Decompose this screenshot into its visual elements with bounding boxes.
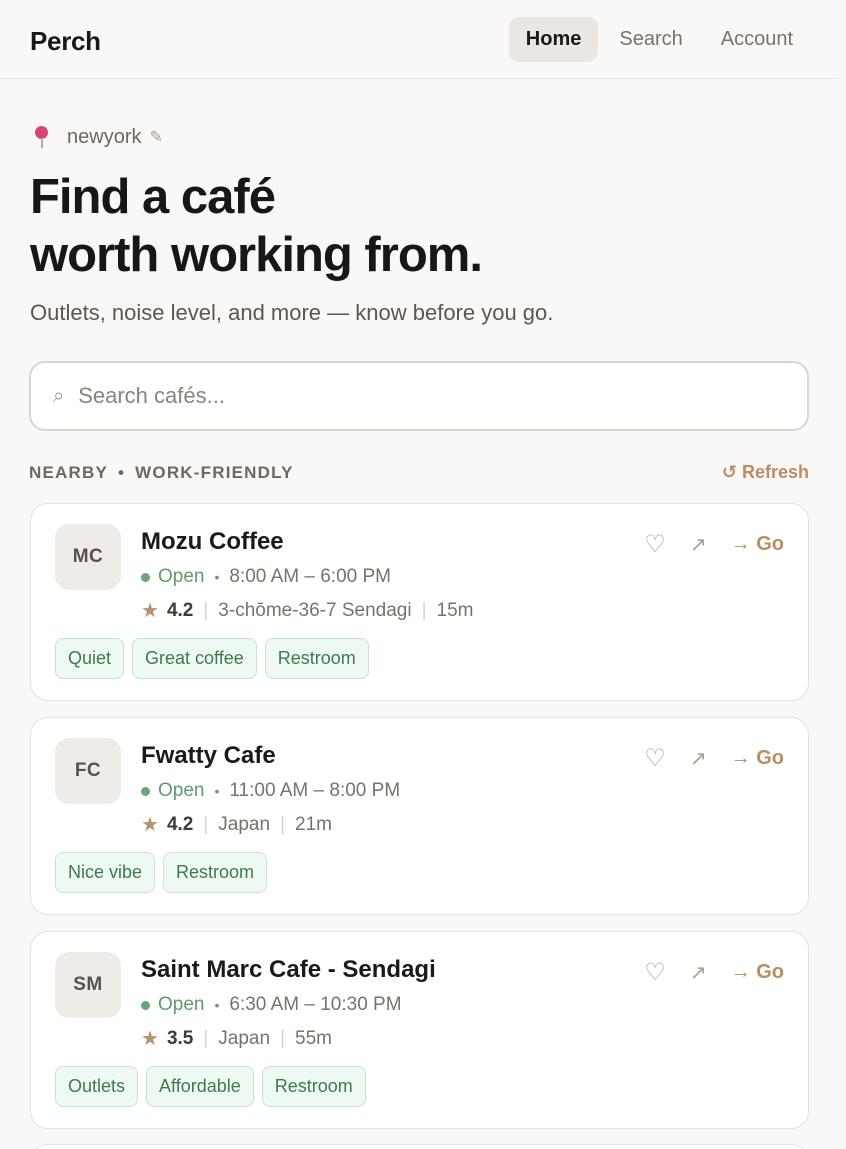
location-city: newyork <box>67 125 142 148</box>
nav-home[interactable]: Home <box>508 17 599 62</box>
cafe-name[interactable]: Mozu Coffee <box>141 528 284 556</box>
section-title-dot: • <box>118 462 126 482</box>
brand-logo[interactable]: Perch <box>30 26 101 57</box>
top-bar: Perch Home Search Account <box>0 0 838 79</box>
cafe-card-partial[interactable] <box>30 1144 809 1149</box>
divider: | <box>203 813 209 835</box>
nav-search[interactable]: Search <box>602 17 699 62</box>
section-header: NEARBY • WORK-FRIENDLY ↺ Refresh <box>29 462 809 483</box>
status-dot-icon <box>141 786 150 796</box>
tag: Restroom <box>264 638 369 679</box>
star-icon: ★ <box>141 1028 159 1050</box>
bullet-separator: • <box>214 997 220 1013</box>
search-input[interactable] <box>78 383 759 409</box>
divider: | <box>203 599 209 621</box>
cafe-name[interactable]: Saint Marc Cafe - Sendagi <box>141 956 436 984</box>
cafe-address: Japan <box>218 813 271 835</box>
cafe-info-row: ★ 4.2 | 3-chōme-36-7 Sendagi | 15m <box>141 598 474 623</box>
cafe-address: Japan <box>218 1027 271 1049</box>
tag: Great coffee <box>132 638 257 679</box>
open-status: Open <box>158 994 205 1015</box>
rating-value: 4.2 <box>166 599 194 621</box>
section-title-nearby: NEARBY <box>29 462 108 482</box>
divider: | <box>203 1027 209 1049</box>
cafe-card[interactable]: FC Fwatty Cafe Open • 11:00 AM – 8:00 PM… <box>30 717 809 915</box>
section-title-work-friendly: WORK-FRIENDLY <box>135 462 294 482</box>
go-button[interactable]: → Go <box>731 533 784 556</box>
cafe-info-row: ★ 4.2 | Japan | 21m <box>141 812 332 837</box>
open-status: Open <box>158 780 205 801</box>
search-box[interactable]: ⌕ <box>29 361 809 431</box>
external-link-icon[interactable]: ↗ <box>690 532 707 557</box>
rating-value: 3.5 <box>166 1027 194 1049</box>
hero-heading: Find a café worth working from. <box>30 168 483 284</box>
star-icon: ★ <box>141 814 159 836</box>
refresh-button[interactable]: ↺ Refresh <box>722 462 809 483</box>
opening-hours: 11:00 AM – 8:00 PM <box>229 780 401 801</box>
divider: | <box>421 599 427 621</box>
card-actions: ♡ ↗ → Go <box>644 958 784 987</box>
hero-line-1: Find a café <box>30 170 276 224</box>
bullet-separator: • <box>214 569 220 585</box>
hero-line-2: worth working from. <box>30 228 483 282</box>
cafe-name[interactable]: Fwatty Cafe <box>141 742 276 770</box>
tag: Restroom <box>261 1066 366 1107</box>
open-status: Open <box>158 566 205 587</box>
hero-subtitle: Outlets, noise level, and more — know be… <box>30 300 554 325</box>
cafe-address: 3-chōme-36-7 Sendagi <box>218 599 412 621</box>
cafe-distance: 21m <box>295 813 332 835</box>
divider: | <box>280 1027 286 1049</box>
main-nav: Home Search Account <box>508 17 810 62</box>
status-dot-icon <box>141 572 150 582</box>
cafe-hours-row: Open • 6:30 AM – 10:30 PM <box>141 994 402 1016</box>
cafe-avatar: MC <box>55 524 121 590</box>
status-dot-icon <box>141 1000 150 1010</box>
divider: | <box>280 813 286 835</box>
card-actions: ♡ ↗ → Go <box>644 744 784 773</box>
external-link-icon[interactable]: ↗ <box>690 746 707 771</box>
tag: Outlets <box>55 1066 139 1107</box>
rating-value: 4.2 <box>166 813 194 835</box>
tag: Restroom <box>163 852 268 893</box>
star-icon: ★ <box>141 600 159 622</box>
tag-list: Outlets Affordable Restroom <box>55 1066 366 1107</box>
cafe-hours-row: Open • 8:00 AM – 6:00 PM <box>141 566 391 588</box>
tag: Nice vibe <box>55 852 156 893</box>
opening-hours: 6:30 AM – 10:30 PM <box>229 994 402 1015</box>
cafe-card[interactable]: MC Mozu Coffee Open • 8:00 AM – 6:00 PM … <box>30 503 809 701</box>
tag-list: Quiet Great coffee Restroom <box>55 638 369 679</box>
go-button[interactable]: → Go <box>731 747 784 770</box>
tag-list: Nice vibe Restroom <box>55 852 268 893</box>
cafe-hours-row: Open • 11:00 AM – 8:00 PM <box>141 780 400 802</box>
heart-icon[interactable]: ♡ <box>644 744 666 773</box>
cafe-info-row: ★ 3.5 | Japan | 55m <box>141 1026 332 1051</box>
pencil-icon[interactable]: ✎ <box>149 127 162 147</box>
bullet-separator: • <box>214 783 220 799</box>
section-title: NEARBY • WORK-FRIENDLY <box>29 463 294 483</box>
opening-hours: 8:00 AM – 6:00 PM <box>229 566 391 587</box>
heart-icon[interactable]: ♡ <box>644 958 666 987</box>
cafe-avatar: SM <box>55 952 121 1018</box>
card-actions: ♡ ↗ → Go <box>644 530 784 559</box>
nav-account[interactable]: Account <box>704 17 810 62</box>
search-icon: ⌕ <box>53 384 65 407</box>
location-selector[interactable]: newyork ✎ <box>31 124 163 150</box>
heart-icon[interactable]: ♡ <box>644 530 666 559</box>
go-button[interactable]: → Go <box>731 961 784 984</box>
cafe-distance: 15m <box>436 599 474 621</box>
cafe-distance: 55m <box>295 1027 332 1049</box>
map-pin-icon <box>31 124 53 150</box>
cafe-card[interactable]: SM Saint Marc Cafe - Sendagi Open • 6:30… <box>30 931 809 1129</box>
tag: Quiet <box>55 638 125 679</box>
external-link-icon[interactable]: ↗ <box>690 960 707 985</box>
cafe-avatar: FC <box>55 738 121 804</box>
tag: Affordable <box>146 1066 254 1107</box>
